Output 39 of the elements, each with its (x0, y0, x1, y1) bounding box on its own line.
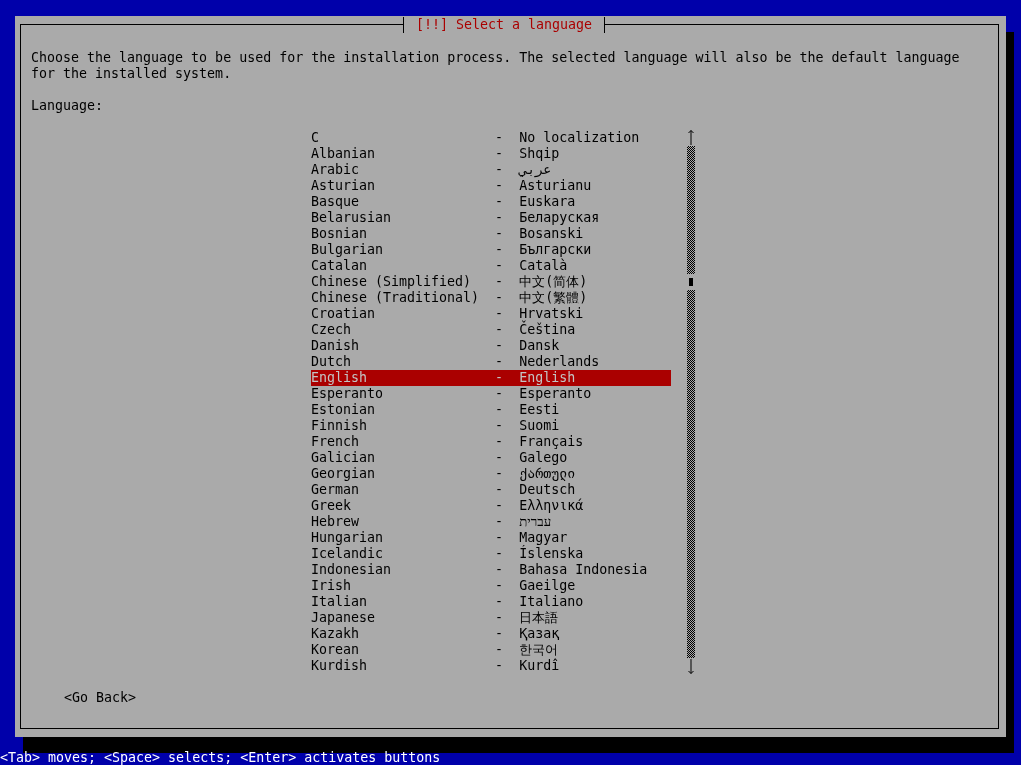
language-option[interactable]: Dutch - Nederlands (311, 354, 672, 370)
language-option[interactable]: Danish - Dansk (311, 338, 672, 354)
language-option[interactable]: Bulgarian - Български (311, 242, 672, 258)
language-option[interactable]: Asturian - Asturianu (311, 178, 672, 194)
language-option[interactable]: Albanian - Shqip (311, 146, 672, 162)
language-option[interactable]: Japanese - 日本語 (311, 610, 672, 626)
language-option[interactable]: Bosnian - Bosanski (311, 226, 672, 242)
scrollbar-thumb[interactable] (687, 274, 696, 290)
language-option[interactable]: Estonian - Eesti (311, 402, 672, 418)
language-option[interactable]: Czech - Čeština (311, 322, 672, 338)
language-option[interactable]: Finnish - Suomi (311, 418, 672, 434)
language-option[interactable]: C - No localization (311, 130, 672, 146)
language-option[interactable]: Galician - Galego (311, 450, 672, 466)
language-option[interactable]: Chinese (Traditional) - 中文(繁體) (311, 290, 672, 306)
list-label: Language: (31, 98, 104, 114)
language-option[interactable]: Korean - 한국어 (311, 642, 672, 658)
go-back-button[interactable]: <Go Back> (64, 690, 137, 706)
prompt-text: Choose the language to be used for the installation process. The selected language will also be the default language for the installed system. (31, 50, 961, 82)
language-option[interactable]: Indonesian - Bahasa Indonesia (311, 562, 672, 578)
language-option[interactable]: Belarusian - Беларуская (311, 210, 672, 226)
language-option[interactable]: Esperanto - Esperanto (311, 386, 672, 402)
language-option[interactable]: Catalan - Català (311, 258, 672, 274)
language-option[interactable]: German - Deutsch (311, 482, 672, 498)
language-option[interactable]: Kazakh - Қазақ (311, 626, 672, 642)
language-option[interactable]: Georgian - ქართული (311, 466, 672, 482)
down-arrow-icon (688, 659, 695, 674)
language-option[interactable]: Italian - Italiano (311, 594, 672, 610)
language-option[interactable]: Icelandic - Íslenska (311, 546, 672, 562)
language-option[interactable]: Greek - Ελληνικά (311, 498, 672, 514)
up-arrow-icon (688, 130, 695, 145)
language-option[interactable]: Basque - Euskara (311, 194, 672, 210)
key-hints-text: <Tab> moves; <Space> selects; <Enter> activates buttons (0, 750, 441, 765)
language-option[interactable]: Hungarian - Magyar (311, 530, 672, 546)
dialog-title: [!!] Select a language (403, 17, 606, 33)
language-option[interactable]: Chinese (Simplified) - 中文(简体) (311, 274, 672, 290)
language-option[interactable]: English - English (311, 370, 672, 386)
language-option[interactable]: Kurdish - Kurdî (311, 658, 672, 674)
language-option[interactable]: French - Français (311, 434, 672, 450)
language-option[interactable]: Irish - Gaeilge (311, 578, 672, 594)
